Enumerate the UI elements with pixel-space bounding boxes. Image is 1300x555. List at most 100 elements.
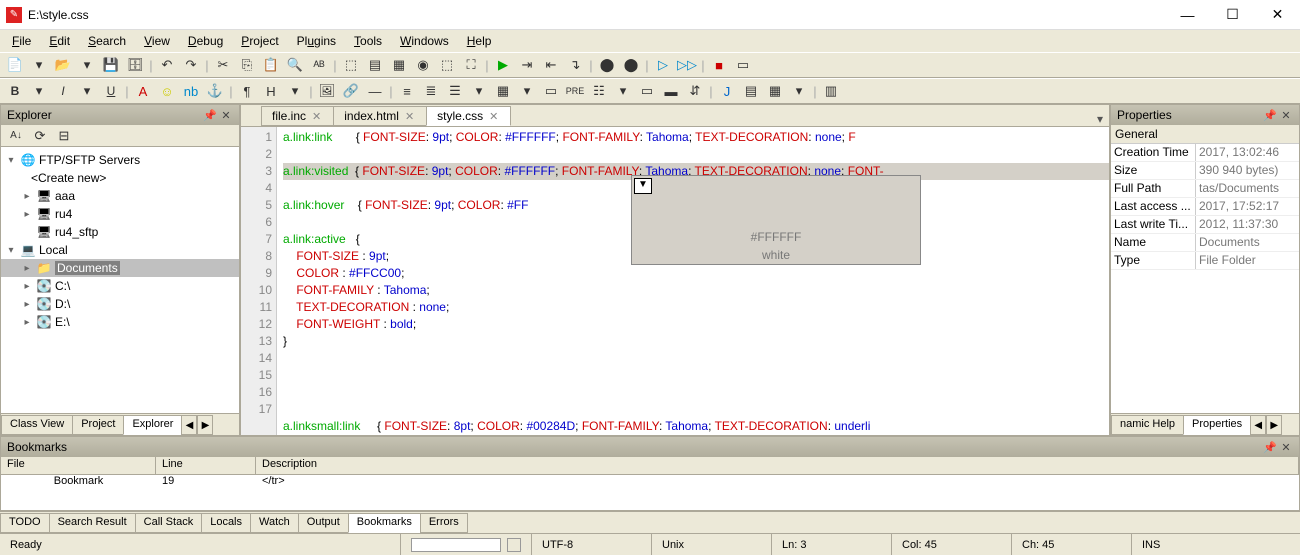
run-icon[interactable]: ▶ bbox=[492, 54, 514, 76]
image-icon[interactable]: 🖼 bbox=[316, 80, 338, 102]
collapse-icon[interactable]: ⊟ bbox=[53, 125, 75, 147]
align-icon[interactable]: ☰ bbox=[444, 80, 466, 102]
minimize-button[interactable]: ― bbox=[1165, 0, 1210, 29]
dropdown-icon[interactable]: ▾ bbox=[76, 80, 98, 102]
tree-create-new[interactable]: <Create new> bbox=[1, 169, 239, 187]
menu-search[interactable]: Search bbox=[80, 32, 134, 50]
col-desc[interactable]: Description bbox=[256, 457, 1299, 474]
tree-drive[interactable]: ▸💽D:\ bbox=[1, 295, 239, 313]
close-tab-icon[interactable]: ✕ bbox=[312, 110, 321, 123]
button-icon[interactable]: ▬ bbox=[660, 80, 682, 102]
js-icon[interactable]: J bbox=[716, 80, 738, 102]
tab-errors[interactable]: Errors bbox=[420, 513, 468, 533]
prop-row[interactable]: TypeFile Folder bbox=[1111, 252, 1299, 270]
sort-icon[interactable]: A↓ bbox=[5, 125, 27, 147]
dropdown-icon[interactable]: ▾ bbox=[612, 80, 634, 102]
align-icon[interactable]: ≣ bbox=[420, 80, 442, 102]
undo-icon[interactable]: ↶ bbox=[156, 54, 178, 76]
tool-icon[interactable]: ◉ bbox=[412, 54, 434, 76]
slider-handle[interactable] bbox=[507, 538, 521, 552]
save-all-icon[interactable]: 🗄 bbox=[124, 54, 146, 76]
close-icon[interactable]: ✕ bbox=[1279, 108, 1293, 122]
dropdown-icon[interactable]: ▾ bbox=[28, 80, 50, 102]
css-icon[interactable]: ▤ bbox=[740, 80, 762, 102]
nbsp-icon[interactable]: nb bbox=[180, 80, 202, 102]
new-file-icon[interactable]: 📄 bbox=[4, 54, 26, 76]
close-icon[interactable]: ✕ bbox=[1279, 440, 1293, 454]
tree-documents[interactable]: ▸📁Documents bbox=[1, 259, 239, 277]
close-button[interactable]: ✕ bbox=[1255, 0, 1300, 29]
tree-local-root[interactable]: ▾💻Local bbox=[1, 241, 239, 259]
find-icon[interactable]: 🔍 bbox=[284, 54, 306, 76]
pin-icon[interactable]: 📌 bbox=[1263, 440, 1277, 454]
menu-edit[interactable]: Edit bbox=[41, 32, 78, 50]
fast-icon[interactable]: ▷▷ bbox=[676, 54, 698, 76]
cut-icon[interactable]: ✂ bbox=[212, 54, 234, 76]
heading-icon[interactable]: H bbox=[260, 80, 282, 102]
tabs-menu-icon[interactable]: ▾ bbox=[1091, 112, 1109, 126]
status-encoding[interactable]: UTF-8 bbox=[531, 534, 651, 555]
stop-icon[interactable]: ■ bbox=[708, 54, 730, 76]
refresh-icon[interactable]: ⟳ bbox=[29, 125, 51, 147]
status-ins[interactable]: INS bbox=[1131, 534, 1300, 555]
tool-icon[interactable]: ▭ bbox=[732, 54, 754, 76]
dropdown-icon[interactable]: ▾ bbox=[28, 54, 50, 76]
tab-project[interactable]: Project bbox=[72, 415, 124, 435]
tree-drive[interactable]: ▸💽E:\ bbox=[1, 313, 239, 331]
tree-ftp-root[interactable]: ▾🌐FTP/SFTP Servers bbox=[1, 151, 239, 169]
nav-left-icon[interactable]: ◀ bbox=[1250, 415, 1266, 435]
dropdown-icon[interactable]: ▾ bbox=[468, 80, 490, 102]
para-icon[interactable]: ¶ bbox=[236, 80, 258, 102]
prop-row[interactable]: Size390 940 bytes) bbox=[1111, 162, 1299, 180]
tab-bookmarks[interactable]: Bookmarks bbox=[348, 513, 421, 533]
dropdown-icon[interactable]: ▼ bbox=[634, 178, 652, 194]
menu-plugins[interactable]: Plugins bbox=[289, 32, 344, 50]
highlight-icon[interactable]: ☺ bbox=[156, 80, 178, 102]
nav-left-icon[interactable]: ◀ bbox=[181, 415, 197, 435]
form-icon[interactable]: ▭ bbox=[540, 80, 562, 102]
tab-search-result[interactable]: Search Result bbox=[49, 513, 136, 533]
tab-explorer[interactable]: Explorer bbox=[123, 415, 182, 435]
dropdown-icon[interactable]: ▾ bbox=[76, 54, 98, 76]
record-icon[interactable]: ⬤ bbox=[620, 54, 642, 76]
tab-dynamic-help[interactable]: namic Help bbox=[1111, 415, 1184, 435]
tab-properties[interactable]: Properties bbox=[1183, 415, 1251, 435]
play-icon[interactable]: ▷ bbox=[652, 54, 674, 76]
paste-icon[interactable]: 📋 bbox=[260, 54, 282, 76]
prop-row[interactable]: Last write Ti...2012, 11:37:30 bbox=[1111, 216, 1299, 234]
tool-icon[interactable]: ▦ bbox=[764, 80, 786, 102]
tool-icon[interactable]: ⬚ bbox=[436, 54, 458, 76]
pin-icon[interactable]: 📌 bbox=[203, 108, 217, 122]
step-icon[interactable]: ↴ bbox=[564, 54, 586, 76]
tab-style-css[interactable]: style.css✕ bbox=[426, 106, 511, 126]
close-tab-icon[interactable]: ✕ bbox=[405, 110, 414, 123]
table-icon[interactable]: ▦ bbox=[492, 80, 514, 102]
record-icon[interactable]: ⬤ bbox=[596, 54, 618, 76]
tool-icon[interactable]: ▤ bbox=[364, 54, 386, 76]
open-icon[interactable]: 📂 bbox=[52, 54, 74, 76]
layout-icon[interactable]: ▥ bbox=[820, 80, 842, 102]
menu-windows[interactable]: Windows bbox=[392, 32, 457, 50]
hr-icon[interactable]: ― bbox=[364, 80, 386, 102]
bold-icon[interactable]: B bbox=[4, 80, 26, 102]
code-editor[interactable]: 1234567891011121314151617 a.link:link { … bbox=[241, 127, 1109, 435]
tree-ftp-item[interactable]: 🖥ru4_sftp bbox=[1, 223, 239, 241]
bookmark-row[interactable]: Bookmark 19 </tr> bbox=[1, 475, 1299, 491]
tree-ftp-item[interactable]: ▸🖥ru4 bbox=[1, 205, 239, 223]
tab-locals[interactable]: Locals bbox=[201, 513, 251, 533]
tab-watch[interactable]: Watch bbox=[250, 513, 299, 533]
tab-class-view[interactable]: Class View bbox=[1, 415, 73, 435]
tree-drive[interactable]: ▸💽C:\ bbox=[1, 277, 239, 295]
anchor-icon[interactable]: ⚓ bbox=[204, 80, 226, 102]
step-icon[interactable]: ⇤ bbox=[540, 54, 562, 76]
nav-right-icon[interactable]: ▶ bbox=[197, 415, 213, 435]
align-icon[interactable]: ≡ bbox=[396, 80, 418, 102]
tab-file-inc[interactable]: file.inc✕ bbox=[261, 106, 334, 126]
underline-icon[interactable]: U bbox=[100, 80, 122, 102]
maximize-button[interactable]: ☐ bbox=[1210, 0, 1255, 29]
menu-help[interactable]: Help bbox=[459, 32, 500, 50]
tab-index-html[interactable]: index.html✕ bbox=[333, 106, 427, 126]
tool-icon[interactable]: ⇵ bbox=[684, 80, 706, 102]
tab-todo[interactable]: TODO bbox=[0, 513, 50, 533]
nav-right-icon[interactable]: ▶ bbox=[1266, 415, 1282, 435]
